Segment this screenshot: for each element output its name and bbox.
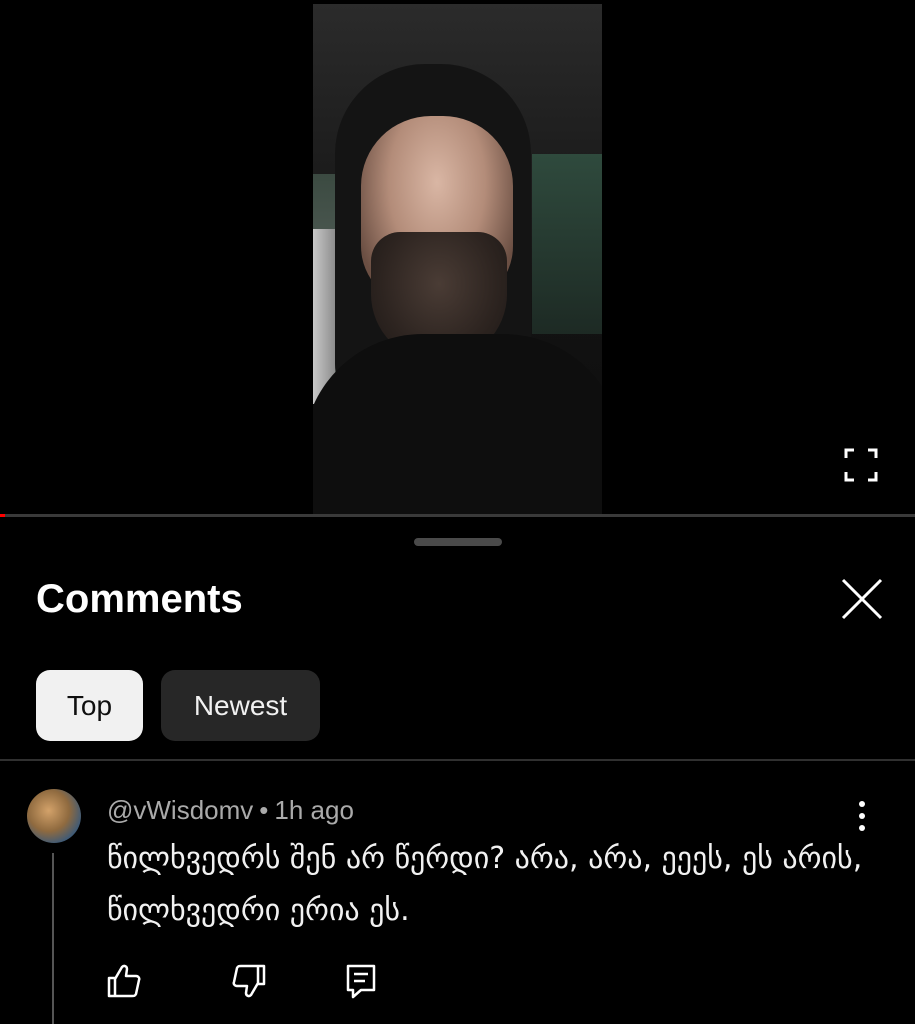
more-options-button[interactable] bbox=[848, 799, 876, 833]
comment-time: 1h ago bbox=[274, 795, 354, 825]
more-vert-icon bbox=[859, 801, 865, 831]
thumbs-down-icon bbox=[232, 964, 266, 998]
video-player[interactable] bbox=[0, 0, 915, 517]
like-button[interactable] bbox=[104, 961, 144, 1001]
comment-text: წილხვედრს შენ არ წერდი? არა, არა, ეეეს, … bbox=[107, 841, 863, 928]
panel-title: Comments bbox=[36, 577, 243, 621]
comment-item: @vWisdomv • 1h ago წილხვედრს შენ არ წერდი?… bbox=[0, 761, 915, 1024]
close-icon bbox=[841, 578, 883, 620]
close-button[interactable] bbox=[838, 575, 886, 623]
thumbs-up-icon bbox=[107, 964, 141, 998]
dislike-button[interactable] bbox=[229, 961, 269, 1001]
reply-icon bbox=[346, 964, 376, 999]
comment-author[interactable]: @vWisdomv bbox=[107, 795, 253, 825]
filter-chip-top[interactable]: Top bbox=[36, 670, 143, 741]
comments-panel: Comments Top Newest @vWisdomv • 1h ago წილ… bbox=[0, 517, 915, 1024]
video-background-wall bbox=[532, 154, 602, 334]
avatar[interactable] bbox=[27, 789, 81, 843]
comment-meta: @vWisdomv • 1h ago bbox=[107, 795, 354, 826]
drag-handle[interactable] bbox=[414, 538, 502, 546]
reply-button[interactable] bbox=[341, 961, 381, 1001]
filter-chip-newest[interactable]: Newest bbox=[161, 670, 320, 741]
video-frame[interactable] bbox=[313, 4, 602, 515]
meta-separator: • bbox=[259, 795, 269, 825]
person-body bbox=[313, 334, 602, 515]
fullscreen-icon bbox=[844, 448, 878, 482]
fullscreen-button[interactable] bbox=[838, 444, 884, 486]
thread-line bbox=[52, 853, 54, 1024]
